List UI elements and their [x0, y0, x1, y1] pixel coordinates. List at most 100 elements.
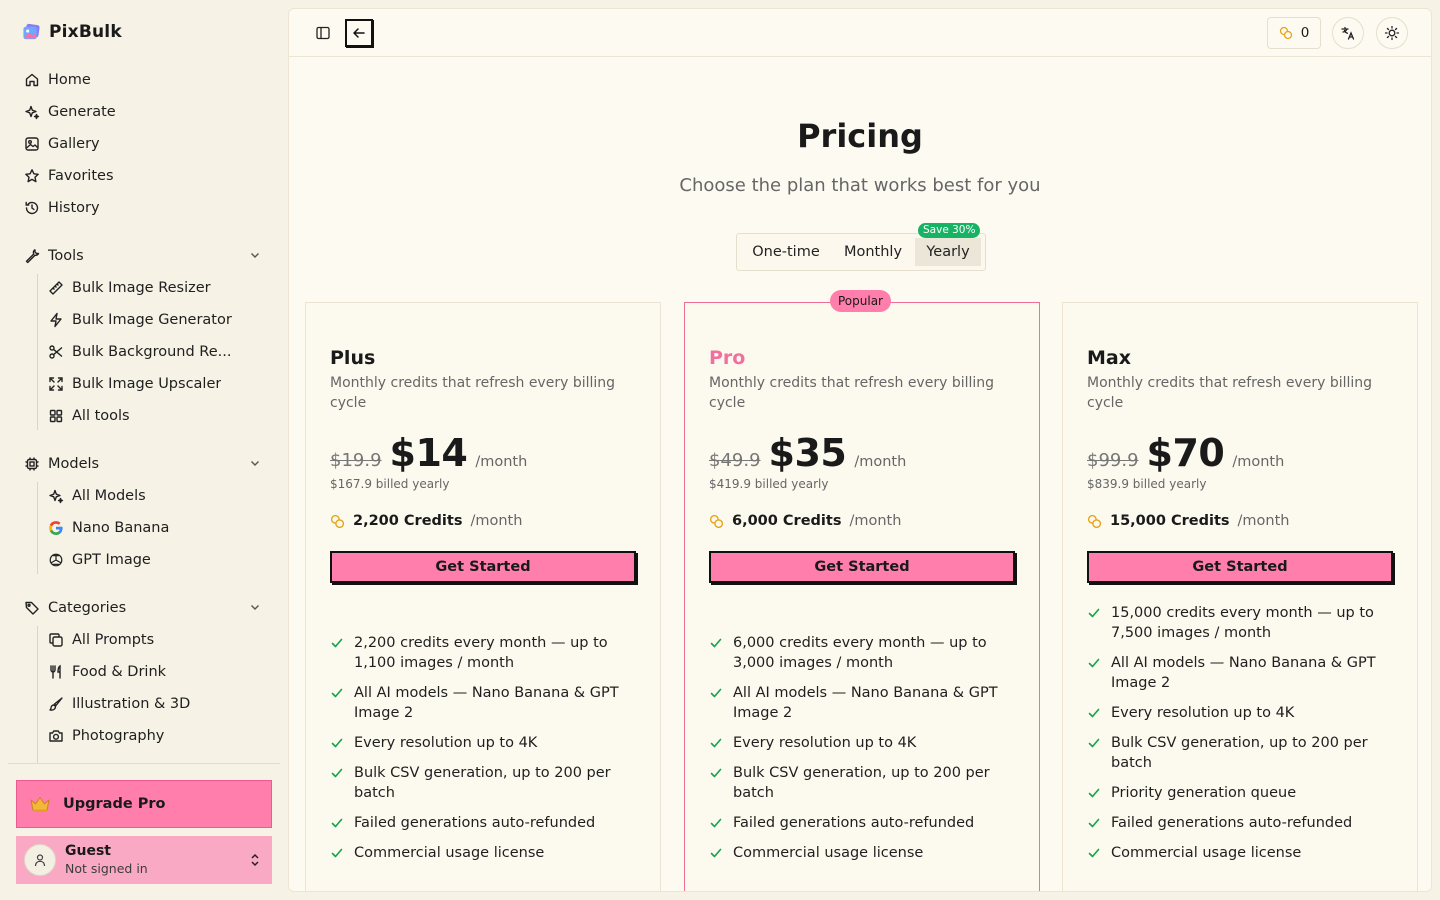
- popular-badge: Popular: [830, 290, 891, 312]
- brand[interactable]: PixBulk: [22, 20, 122, 44]
- credits-unit: /month: [1237, 513, 1290, 529]
- feature-text: Failed generations auto-refunded: [354, 815, 596, 831]
- sun-icon: [1384, 25, 1400, 41]
- plan-description: Monthly credits that refresh every billi…: [1087, 375, 1373, 411]
- sidebar-item-all-prompts[interactable]: All Prompts: [40, 626, 272, 654]
- feature-text: All AI models — Nano Banana & GPT Image …: [1111, 655, 1376, 691]
- check-icon: [709, 813, 723, 833]
- sidebar-item-bulk-background-remover[interactable]: Bulk Background Re...: [40, 338, 272, 366]
- sidebar-item-gpt-image[interactable]: GPT Image: [40, 546, 272, 574]
- sidebar-item-label: Gallery: [48, 136, 100, 152]
- billed-yearly: $167.9 billed yearly: [330, 477, 450, 491]
- feature-text: Bulk CSV generation, up to 200 per batch: [733, 765, 990, 801]
- credits-row: 2,200 Credits /month: [330, 513, 522, 529]
- user-name: Guest: [65, 843, 111, 859]
- sidebar-item-label: GPT Image: [72, 552, 151, 568]
- sidebar-item-photography[interactable]: Photography: [40, 722, 272, 750]
- check-icon: [330, 733, 344, 753]
- sidebar-item-label: Bulk Image Generator: [72, 312, 232, 328]
- sidebar-toggle-button[interactable]: [311, 21, 335, 45]
- check-icon: [330, 683, 344, 703]
- sidebar-nav[interactable]: Home Generate Gallery Favorites History …: [0, 62, 288, 764]
- top-bar: 0: [289, 9, 1431, 57]
- sidebar-group-label: Tools: [48, 248, 84, 264]
- credits-amount: 15,000 Credits: [1110, 513, 1230, 529]
- sidebar-item-label: All Models: [72, 488, 146, 504]
- feature-item: 15,000 credits every month — up to 7,500…: [1087, 603, 1387, 643]
- feature-item: Bulk CSV generation, up to 200 per batch: [330, 763, 630, 803]
- feature-text: Bulk CSV generation, up to 200 per batch: [1111, 735, 1368, 771]
- submenu-guide: [37, 626, 38, 764]
- check-icon: [330, 843, 344, 863]
- check-icon: [1087, 813, 1101, 833]
- theme-toggle-button[interactable]: [1376, 17, 1408, 49]
- price-unit: /month: [854, 454, 907, 470]
- feature-item: All AI models — Nano Banana & GPT Image …: [330, 683, 630, 723]
- zap-icon: [48, 312, 64, 328]
- user-menu[interactable]: Guest Not signed in: [16, 836, 272, 884]
- feature-item: Every resolution up to 4K: [709, 733, 1009, 753]
- chevron-down-icon: [251, 253, 259, 258]
- languages-icon: [1341, 26, 1355, 40]
- language-button[interactable]: [1332, 17, 1364, 49]
- feature-text: 6,000 credits every month — up to 3,000 …: [733, 635, 987, 671]
- sidebar-item-bulk-image-resizer[interactable]: Bulk Image Resizer: [40, 274, 272, 302]
- feature-list: 6,000 credits every month — up to 3,000 …: [709, 633, 1009, 873]
- sidebar-item-history[interactable]: History: [16, 194, 272, 222]
- feature-text: Priority generation queue: [1111, 785, 1297, 801]
- feature-text: Every resolution up to 4K: [1111, 705, 1295, 721]
- sidebar-item-label: Bulk Image Upscaler: [72, 376, 222, 392]
- get-started-button[interactable]: Get Started: [1087, 551, 1393, 583]
- billing-option-yearly[interactable]: Yearly: [915, 238, 981, 266]
- panel-left-icon: [316, 26, 330, 40]
- credits-unit: /month: [470, 513, 523, 529]
- sidebar-item-label: All tools: [72, 408, 130, 424]
- sidebar-item-bulk-image-generator[interactable]: Bulk Image Generator: [40, 306, 272, 334]
- save-badge: Save 30%: [918, 223, 981, 238]
- feature-item: 6,000 credits every month — up to 3,000 …: [709, 633, 1009, 673]
- sidebar-group-label: Models: [48, 456, 100, 472]
- original-price: $19.9: [330, 450, 382, 471]
- billing-option-monthly[interactable]: Monthly: [833, 238, 913, 266]
- upgrade-pro-button[interactable]: Upgrade Pro: [16, 780, 272, 828]
- get-started-button[interactable]: Get Started: [330, 551, 636, 583]
- sparkles-icon: [48, 488, 64, 504]
- current-price: $35: [768, 431, 847, 475]
- sidebar-item-all-models[interactable]: All Models: [40, 482, 272, 510]
- user-info: Guest Not signed in: [65, 843, 148, 877]
- feature-item: Bulk CSV generation, up to 200 per batch: [1087, 733, 1387, 773]
- sidebar-item-all-tools[interactable]: All tools: [40, 402, 272, 430]
- sidebar-item-label: Illustration & 3D: [72, 696, 191, 712]
- sidebar-group-models[interactable]: Models: [16, 450, 272, 478]
- sidebar-item-nano-banana[interactable]: Nano Banana: [40, 514, 272, 542]
- back-button[interactable]: [345, 19, 373, 47]
- chevrons-up-down-icon: [251, 853, 259, 867]
- original-price: $49.9: [709, 450, 761, 471]
- sidebar-item-favorites[interactable]: Favorites: [16, 162, 272, 190]
- feature-item: Priority generation queue: [1087, 783, 1387, 803]
- feature-item: All AI models — Nano Banana & GPT Image …: [709, 683, 1009, 723]
- sidebar: PixBulk Home Generate Gallery Favorites …: [0, 0, 288, 900]
- credits-unit: /month: [849, 513, 902, 529]
- get-started-button[interactable]: Get Started: [709, 551, 1015, 583]
- wrench-icon: [24, 248, 40, 264]
- credits-balance[interactable]: 0: [1267, 17, 1321, 49]
- sidebar-item-food-drink[interactable]: Food & Drink: [40, 658, 272, 686]
- arrow-left-icon: [353, 28, 365, 38]
- plan-description: Monthly credits that refresh every billi…: [709, 375, 995, 411]
- user-status: Not signed in: [65, 861, 148, 876]
- billing-option-one-time[interactable]: One-time: [743, 238, 829, 266]
- sidebar-item-illustration-3d[interactable]: Illustration & 3D: [40, 690, 272, 718]
- sidebar-item-bulk-image-upscaler[interactable]: Bulk Image Upscaler: [40, 370, 272, 398]
- feature-text: 15,000 credits every month — up to 7,500…: [1111, 605, 1374, 641]
- camera-icon: [48, 728, 64, 744]
- sidebar-item-generate[interactable]: Generate: [16, 98, 272, 126]
- sidebar-group-categories[interactable]: Categories: [16, 594, 272, 622]
- feature-item: Failed generations auto-refunded: [709, 813, 1009, 833]
- sidebar-group-tools[interactable]: Tools: [16, 242, 272, 270]
- main-panel: 0 Pricing Choose the plan that works bes…: [288, 8, 1432, 892]
- sidebar-item-gallery[interactable]: Gallery: [16, 130, 272, 158]
- sidebar-item-home[interactable]: Home: [16, 66, 272, 94]
- check-icon: [330, 633, 344, 653]
- sidebar-item-label: Favorites: [48, 168, 114, 184]
